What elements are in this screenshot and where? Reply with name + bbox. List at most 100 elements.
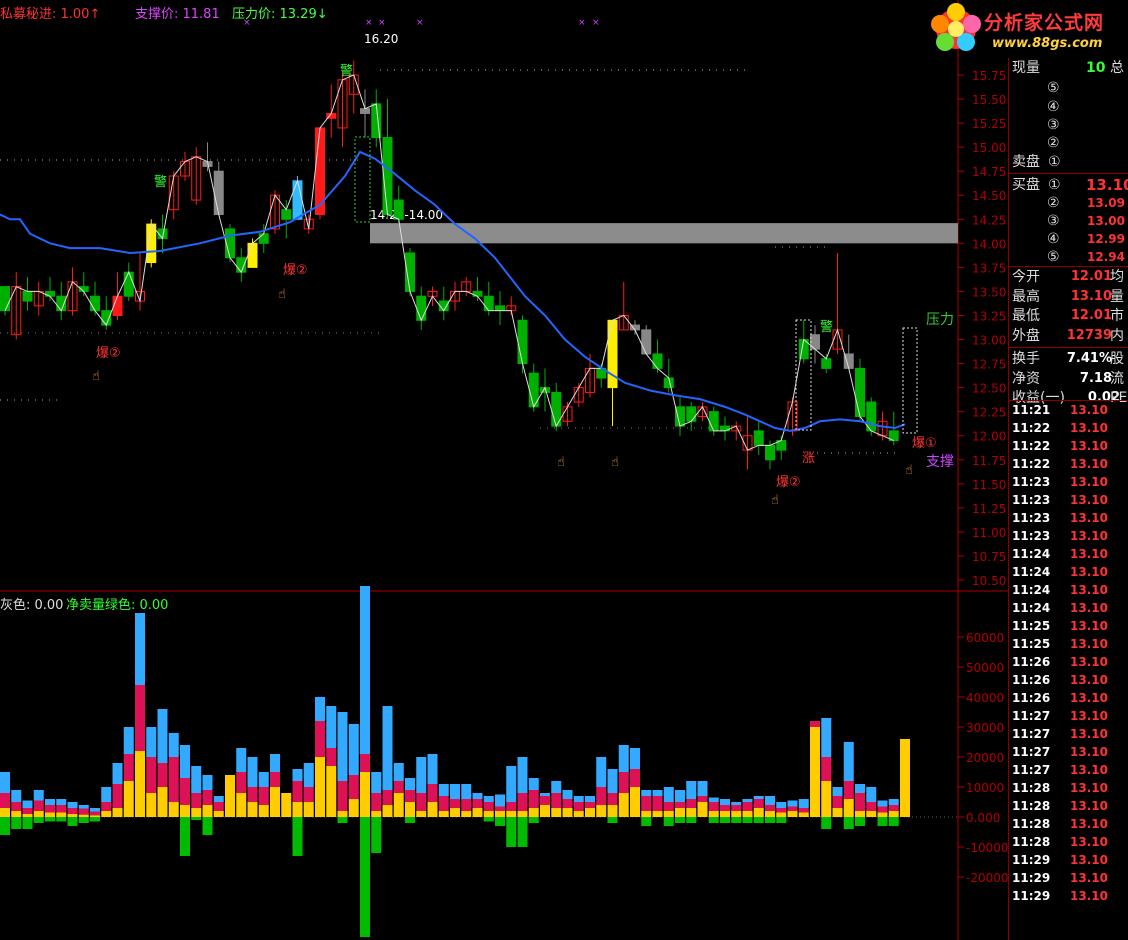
close-price-line	[4, 74, 894, 451]
volume-bar-segment	[675, 808, 685, 817]
volume-bar-segment	[652, 796, 663, 811]
volume-bar-negative	[641, 817, 652, 826]
volume-bar-segment	[776, 808, 787, 813]
volume-tick-label: 50000	[966, 661, 1004, 675]
hand-pointer-icon: ☝	[611, 455, 619, 470]
volume-bar-segment	[855, 811, 865, 817]
volume-bar-segment	[506, 811, 517, 817]
tick-time: 11:22	[1012, 439, 1051, 453]
volume-bar-segment	[123, 727, 134, 754]
volume-bar-segment	[236, 748, 247, 772]
volume-bar-segment	[641, 790, 652, 796]
volume-bar-segment	[33, 811, 44, 817]
volume-bar-segment	[675, 790, 685, 802]
volume-bar-segment	[270, 772, 280, 787]
price-tick-label: 15.25	[972, 117, 1006, 131]
tick-price: 13.10	[1070, 817, 1108, 831]
price-tick-label: 14.00	[972, 237, 1006, 251]
volume-bar-segment	[90, 808, 100, 812]
volume-bar-segment	[472, 793, 483, 799]
tick-row: 11:26 13.10	[1012, 689, 1108, 707]
volume-bar-negative	[191, 817, 202, 820]
volume-bar-segment	[281, 793, 292, 817]
volume-bar-segment	[483, 811, 494, 817]
stat-label: 最低	[1012, 308, 1040, 324]
volume-bar-segment	[686, 799, 697, 808]
candle-body	[855, 367, 865, 417]
volume-bar-segment	[495, 806, 505, 811]
volume-bar-segment	[157, 763, 168, 787]
volume-bar-segment	[326, 766, 337, 817]
tick-price: 13.10	[1070, 799, 1108, 813]
volume-bar-segment	[292, 781, 303, 802]
sell-level-4: ④	[1047, 99, 1060, 115]
volume-bar-negative	[56, 817, 67, 822]
tick-price: 13.10	[1070, 547, 1108, 561]
volume-bar-segment	[348, 724, 359, 775]
tick-row: 11:26 13.10	[1012, 653, 1108, 671]
volume-bar-segment	[168, 757, 179, 802]
watermark-url: www.88gs.com	[992, 36, 1103, 51]
volume-bar-segment	[427, 802, 438, 817]
sell-level-3: ③	[1047, 117, 1060, 133]
volume-bar-segment	[225, 775, 235, 817]
volume-bar-segment	[855, 784, 865, 793]
volume-bar-segment	[180, 778, 190, 805]
price-tick-label: 10.50	[972, 574, 1006, 588]
tick-price: 13.10	[1070, 493, 1108, 507]
volume-bar-segment	[607, 769, 618, 793]
sell-level-5: ⑤	[1047, 80, 1060, 96]
tick-row: 11:28 13.10	[1012, 797, 1108, 815]
volume-bar-segment	[315, 757, 325, 817]
volume-bar-segment	[708, 797, 719, 802]
volume-bar-segment	[697, 802, 708, 817]
volume-bar-segment	[776, 812, 787, 817]
volume-bar-segment	[663, 802, 674, 811]
candle-body	[22, 290, 33, 302]
volume-bar-segment	[618, 793, 629, 817]
tick-row: 11:25 13.10	[1012, 617, 1108, 635]
volume-bar-segment	[573, 802, 584, 811]
stat-value: 7.41%	[1066, 351, 1112, 366]
volume-bar-segment	[393, 793, 404, 817]
candle-body	[247, 242, 258, 268]
volume-bar-segment	[753, 799, 764, 808]
volume-bar-segment	[562, 790, 573, 799]
candle-body	[213, 170, 224, 215]
tick-price: 13.10	[1070, 403, 1108, 417]
volume-bar-segment	[258, 772, 269, 787]
volume-bar-negative	[517, 817, 528, 847]
stat-right-label: 内	[1110, 327, 1124, 344]
volume-bar-negative	[495, 817, 505, 826]
volume-bar-segment	[427, 754, 438, 784]
candle-body	[483, 295, 494, 312]
volume-bar-segment	[585, 808, 595, 817]
tick-price: 13.10	[1070, 709, 1108, 723]
volume-bar-segment	[213, 811, 224, 817]
tick-time: 11:23	[1012, 493, 1051, 507]
volume-bar-segment	[697, 796, 708, 802]
tick-price: 13.10	[1070, 871, 1108, 885]
candle-body	[753, 430, 764, 446]
volume-bar-segment	[742, 811, 753, 817]
volume-bar-segment	[157, 787, 168, 817]
price-tick-label: 12.25	[972, 406, 1006, 420]
sell-level-1-row: 卖盘 ①	[1012, 152, 1061, 172]
current-volume-row: 现量 10 总	[1012, 58, 1124, 78]
volume-bar-segment	[708, 811, 719, 817]
price-tick-label: 15.75	[972, 69, 1006, 83]
volume-bar-segment	[135, 613, 145, 685]
volume-bar-segment	[56, 805, 67, 813]
peak-price-label: 16.20	[364, 32, 398, 46]
volume-bar-segment	[202, 805, 213, 817]
tick-row: 11:26 13.10	[1012, 671, 1108, 689]
volume-bar-segment	[247, 757, 258, 787]
volume-bar-segment	[202, 775, 213, 790]
volume-bar-negative	[742, 817, 753, 823]
buy-level-1-row: 买盘 ① 13.10	[1012, 175, 1128, 195]
tick-price: 13.10	[1070, 853, 1108, 867]
volume-bar-segment	[540, 793, 550, 796]
volume-bar-segment	[270, 787, 280, 817]
tick-time: 11:29	[1012, 853, 1051, 867]
volume-bar-segment	[123, 754, 134, 781]
